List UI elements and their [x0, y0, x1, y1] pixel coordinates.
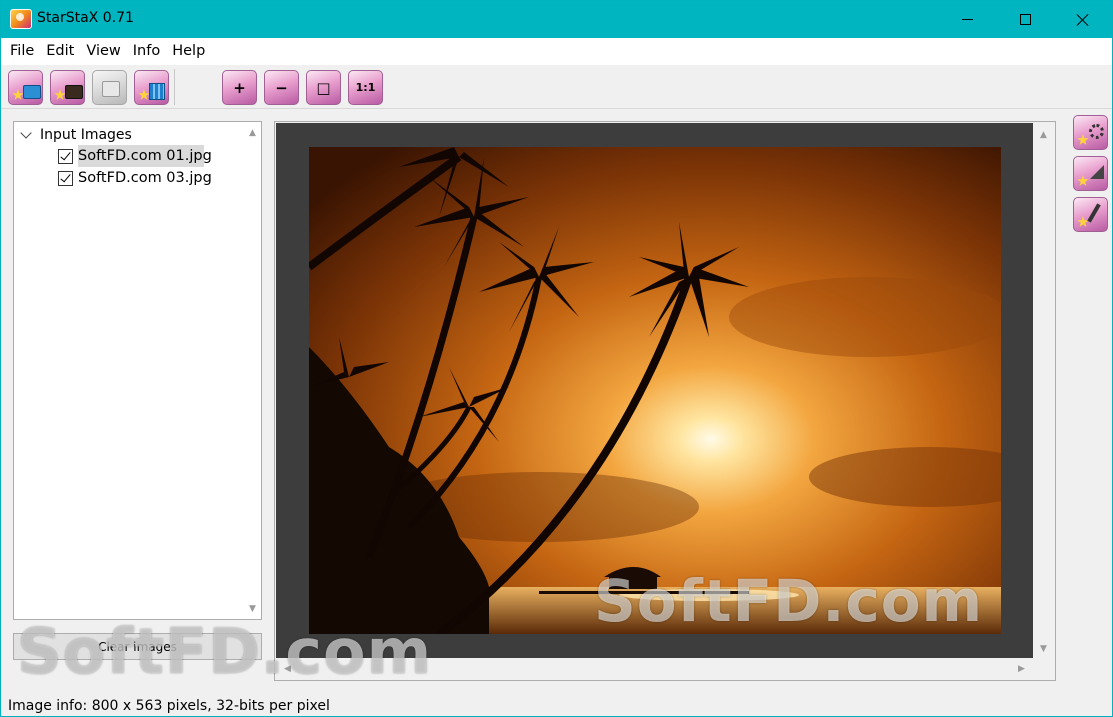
maximize-icon — [1019, 14, 1031, 25]
watermark-text: SoftFD.com — [594, 567, 984, 634]
item-checkbox[interactable] — [58, 170, 73, 186]
sunset-palm-image — [309, 147, 1001, 634]
window-title: StarStaX 0.71 — [37, 10, 134, 26]
tree-item-label: SoftFD.com 01.jpg — [78, 148, 212, 164]
actual-size-button[interactable]: 1:1 — [348, 70, 383, 105]
menu-view[interactable]: View — [80, 38, 126, 65]
open-images-button[interactable] — [8, 70, 43, 105]
preview-image: SoftFD.com — [309, 147, 1001, 634]
star-icon — [1077, 216, 1089, 227]
zoom-in-icon: + — [233, 78, 246, 97]
image-viewer[interactable]: SoftFD.com ▲ ▼ ◀ ▶ — [274, 121, 1056, 681]
viewer-vertical-scrollbar[interactable]: ▲ ▼ — [1033, 122, 1055, 659]
title-bar[interactable]: StarStaX 0.71 — [1, 1, 1112, 38]
edit-button[interactable] — [1073, 197, 1108, 232]
pencil-icon — [1087, 203, 1101, 223]
start-processing-button[interactable] — [134, 70, 169, 105]
save-image-button[interactable] — [92, 70, 127, 105]
scroll-down-icon[interactable]: ▼ — [1035, 640, 1052, 657]
status-bar: Image info: 800 x 563 pixels, 32-bits pe… — [1, 695, 1112, 716]
toolbar: + − □ 1:1 — [1, 65, 1112, 109]
close-icon — [1076, 13, 1090, 27]
menu-edit[interactable]: Edit — [40, 38, 80, 65]
film-icon — [149, 83, 165, 100]
watermark-text: SoftFD.com — [17, 615, 433, 688]
zoom-in-button[interactable]: + — [222, 70, 257, 105]
tree-scrollbar[interactable]: ▲ ▼ — [244, 122, 261, 619]
toolbar-separator — [174, 69, 175, 105]
tree-item[interactable]: SoftFD.com 03.jpg — [16, 167, 212, 189]
gear-icon — [1089, 124, 1104, 139]
scroll-right-icon[interactable]: ▶ — [1013, 660, 1030, 677]
minimize-button[interactable] — [938, 1, 996, 38]
input-images-tree[interactable]: Input Images SoftFD.com 01.jpg SoftFD.co… — [13, 121, 262, 620]
menu-bar: File Edit View Info Help — [1, 38, 1112, 65]
scroll-up-icon[interactable]: ▲ — [244, 124, 261, 141]
blend-mode-button[interactable] — [1073, 156, 1108, 191]
fit-window-icon: □ — [316, 78, 331, 97]
dark-folder-icon — [65, 85, 83, 99]
star-icon — [1077, 134, 1089, 145]
wand-icon — [1090, 165, 1104, 179]
tree-root-label: Input Images — [40, 127, 132, 143]
star-icon — [1077, 175, 1089, 186]
settings-button[interactable] — [1073, 115, 1108, 150]
save-icon — [102, 81, 120, 97]
chevron-down-icon[interactable] — [20, 126, 32, 139]
tree-root-input-images[interactable]: Input Images — [18, 125, 132, 145]
app-icon — [10, 9, 32, 29]
tree-item-label: SoftFD.com 03.jpg — [78, 170, 212, 186]
tree-item[interactable]: SoftFD.com 01.jpg — [16, 145, 212, 167]
maximize-button[interactable] — [996, 1, 1054, 38]
fit-to-window-button[interactable]: □ — [306, 70, 341, 105]
zoom-out-icon: − — [275, 78, 288, 97]
menu-file[interactable]: File — [4, 38, 40, 65]
actual-size-icon: 1:1 — [355, 81, 376, 94]
menu-help[interactable]: Help — [166, 38, 211, 65]
minimize-icon — [961, 19, 973, 20]
close-button[interactable] — [1054, 1, 1112, 38]
status-text: Image info: 800 x 563 pixels, 32-bits pe… — [8, 697, 330, 714]
item-checkbox[interactable] — [58, 148, 73, 164]
scroll-up-icon[interactable]: ▲ — [1035, 126, 1052, 143]
image-canvas: SoftFD.com — [276, 123, 1034, 659]
open-dark-frames-button[interactable] — [50, 70, 85, 105]
app-window: StarStaX 0.71 File Edit View Info Help + — [0, 0, 1113, 717]
folder-icon — [23, 85, 41, 99]
zoom-out-button[interactable]: − — [264, 70, 299, 105]
menu-info[interactable]: Info — [127, 38, 166, 65]
